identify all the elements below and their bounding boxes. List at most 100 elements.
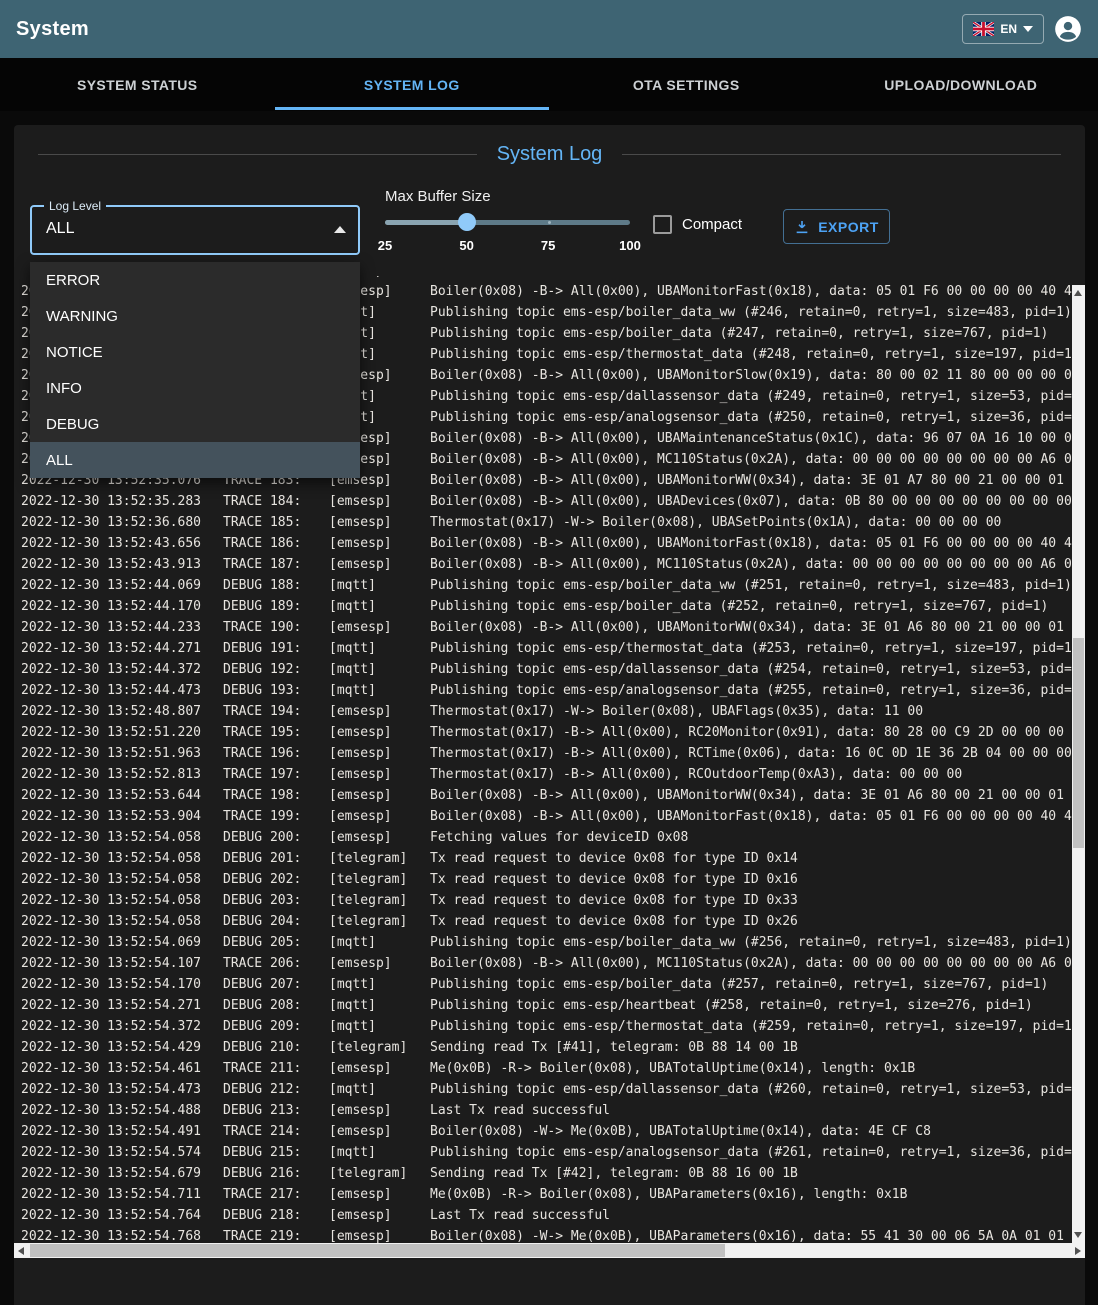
log-level-select[interactable]: Log Level ALL (30, 205, 360, 255)
log-timestamp: 2022-12-30 13:52:54.679 (21, 1163, 223, 1184)
log-source: [mqtt] (329, 680, 430, 701)
log-message: Boiler(0x08) -B-> All(0x00), UBAMonitorW… (430, 785, 1072, 806)
log-row: 2022-12-30 13:52:43.913TRACE 187:[emsesp… (14, 554, 1072, 575)
log-message: Boiler(0x08) -B-> All(0x00), UBAMonitorW… (430, 470, 1072, 491)
scroll-left-icon[interactable] (18, 1247, 24, 1255)
menu-item-all[interactable]: ALL (30, 442, 360, 478)
log-timestamp: 2022-12-30 13:52:43.913 (21, 554, 223, 575)
log-message: Last Tx read successful (430, 1205, 610, 1226)
log-source: [emsesp] (329, 1121, 430, 1142)
vertical-scrollbar[interactable] (1072, 285, 1085, 1243)
log-timestamp: 2022-12-30 13:52:54.574 (21, 1142, 223, 1163)
log-level: TRACE 195: (223, 722, 329, 743)
log-timestamp: 2022-12-30 13:52:53.904 (21, 806, 223, 827)
log-message: Publishing topic ems-esp/dallassensor_da… (430, 1079, 1072, 1100)
app-bar: System EN (0, 0, 1098, 58)
tab-upload-download[interactable]: UPLOAD/DOWNLOAD (824, 58, 1098, 111)
log-timestamp: 2022-12-30 13:52:44.271 (21, 638, 223, 659)
log-row: 2022-12-30 13:52:35.283TRACE 184:[emsesp… (14, 491, 1072, 512)
log-message: Boiler(0x08) -B-> All(0x00), UBAMonitorF… (430, 533, 1072, 554)
log-source: [telegram] (329, 848, 430, 869)
slider-mark-label-75: 75 (541, 238, 555, 253)
log-level-menu: ERROR WARNING NOTICE INFO DEBUG ALL (30, 262, 360, 478)
log-timestamp: 2022-12-30 13:52:36.680 (21, 512, 223, 533)
log-level-label: Log Level (44, 199, 106, 213)
log-row: 2022-12-30 13:52:44.271DEBUG 191:[mqtt]P… (14, 638, 1072, 659)
menu-item-debug[interactable]: DEBUG (30, 406, 360, 442)
log-source: [emsesp] (329, 1205, 430, 1226)
export-button[interactable]: EXPORT (783, 209, 890, 244)
vertical-scrollbar-thumb[interactable] (1073, 638, 1084, 848)
log-timestamp: 2022-12-30 13:52:54.473 (21, 1079, 223, 1100)
log-level: DEBUG 212: (223, 1079, 329, 1100)
log-row: 2022-12-30 13:52:53.644TRACE 198:[emsesp… (14, 785, 1072, 806)
log-level: DEBUG 218: (223, 1205, 329, 1226)
compact-toggle[interactable]: Compact (653, 215, 742, 234)
tab-system-status[interactable]: SYSTEM STATUS (0, 58, 275, 111)
horizontal-scrollbar-thumb[interactable] (30, 1244, 725, 1257)
log-row: 2022-12-30 13:52:51.220TRACE 195:[emsesp… (14, 722, 1072, 743)
account-icon[interactable] (1054, 15, 1082, 43)
max-buffer-size-label: Max Buffer Size (385, 188, 491, 205)
log-timestamp: 2022-12-30 13:52:54.058 (21, 827, 223, 848)
log-source: [mqtt] (329, 995, 430, 1016)
log-source: [mqtt] (329, 1016, 430, 1037)
log-level: DEBUG 204: (223, 911, 329, 932)
log-source: [mqtt] (329, 596, 430, 617)
log-message: Tx read request to device 0x08 for type … (430, 869, 798, 890)
log-level: DEBUG 216: (223, 1163, 329, 1184)
menu-item-notice[interactable]: NOTICE (30, 334, 360, 370)
slider-thumb[interactable] (458, 213, 476, 231)
compact-checkbox[interactable] (653, 215, 672, 234)
log-message: Tx read request to device 0x08 for type … (430, 911, 798, 932)
horizontal-scrollbar[interactable] (14, 1243, 1085, 1258)
menu-item-warning[interactable]: WARNING (30, 298, 360, 334)
log-message: Fetching values for deviceID 0x08 (430, 827, 688, 848)
scroll-up-icon[interactable] (1074, 290, 1082, 296)
active-tab-indicator (275, 107, 550, 110)
log-source: [emsesp] (329, 1226, 430, 1243)
tab-ota-settings[interactable]: OTA SETTINGS (549, 58, 824, 111)
log-source: [emsesp] (329, 512, 430, 533)
log-timestamp: 2022-12-30 13:52:44.170 (21, 596, 223, 617)
log-timestamp: 2022-12-30 13:52:35.283 (21, 491, 223, 512)
uk-flag-icon (973, 22, 994, 36)
page-title: System (16, 18, 89, 41)
log-level: DEBUG 188: (223, 575, 329, 596)
log-message: Last Tx read successful (430, 1100, 610, 1121)
log-timestamp: 2022-12-30 13:52:54.058 (21, 869, 223, 890)
log-level: TRACE 219: (223, 1226, 329, 1243)
scroll-down-icon[interactable] (1074, 1232, 1082, 1238)
download-icon (794, 219, 810, 235)
log-level: DEBUG 208: (223, 995, 329, 1016)
log-source: [emsesp] (329, 1100, 430, 1121)
log-message: Publishing topic ems-esp/boiler_data (#2… (430, 596, 1048, 617)
log-message: Publishing topic ems-esp/boiler_data_ww … (430, 302, 1072, 323)
log-message: Publishing topic ems-esp/boiler_data_ww … (430, 932, 1072, 953)
scroll-right-icon[interactable] (1075, 1247, 1081, 1255)
tab-system-log[interactable]: SYSTEM LOG (275, 58, 550, 111)
log-timestamp: 2022-12-30 13:52:54.764 (21, 1205, 223, 1226)
log-source: [mqtt] (329, 1079, 430, 1100)
slider-track[interactable] (385, 220, 467, 225)
max-buffer-size-slider[interactable] (385, 213, 630, 231)
log-message: Publishing topic ems-esp/thermostat_data… (430, 344, 1072, 365)
log-source: [mqtt] (329, 659, 430, 680)
log-source: [emsesp] (329, 743, 430, 764)
log-message: Sending read Tx [#42], telegram: 0B 88 1… (430, 1163, 798, 1184)
log-level: DEBUG 189: (223, 596, 329, 617)
log-message: Boiler(0x08) -B-> All(0x00), UBAMonitorF… (430, 281, 1072, 302)
menu-item-info[interactable]: INFO (30, 370, 360, 406)
log-timestamp: 2022-12-30 13:52:44.069 (21, 575, 223, 596)
log-level: DEBUG 215: (223, 1142, 329, 1163)
log-row: 2022-12-30 13:52:54.429DEBUG 210:[telegr… (14, 1037, 1072, 1058)
log-source: [emsesp] (329, 764, 430, 785)
log-row: 2022-12-30 13:52:48.807TRACE 194:[emsesp… (14, 701, 1072, 722)
slider-mark-75 (548, 221, 551, 224)
menu-item-error[interactable]: ERROR (30, 262, 360, 298)
log-row: 2022-12-30 13:52:54.473DEBUG 212:[mqtt]P… (14, 1079, 1072, 1100)
log-row: 2022-12-30 13:52:54.058DEBUG 201:[telegr… (14, 848, 1072, 869)
log-timestamp: 2022-12-30 13:52:54.711 (21, 1184, 223, 1205)
language-selector[interactable]: EN (962, 14, 1044, 44)
log-source: [mqtt] (329, 638, 430, 659)
